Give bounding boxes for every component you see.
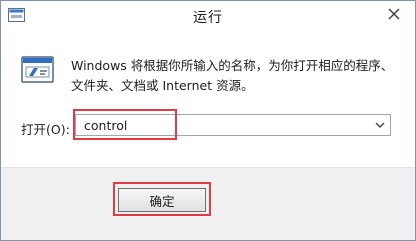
chevron-down-icon — [375, 122, 385, 128]
dropdown-button[interactable] — [372, 117, 388, 133]
dialog-description: Windows 将根据你所输入的名称，为你打开相应的程序、文件夹、文档或 Int… — [71, 58, 394, 93]
dialog-footer: 确定 — [1, 167, 415, 240]
open-label: 打开(O): — [21, 122, 70, 137]
close-icon — [388, 8, 400, 20]
close-button[interactable] — [380, 3, 408, 25]
run-dialog-icon — [21, 56, 54, 83]
run-dialog-window: 运行 Windows 将根据你所输入的名称，为你打开相应的程序、文件夹、文档或 … — [0, 0, 416, 241]
ok-button[interactable]: 确定 — [118, 188, 206, 212]
open-input[interactable]: control — [84, 118, 127, 133]
open-combobox[interactable]: control — [75, 114, 391, 136]
window-title: 运行 — [193, 10, 223, 26]
title-bar[interactable]: 运行 — [1, 1, 415, 31]
dialog-body: Windows 将根据你所输入的名称，为你打开相应的程序、文件夹、文档或 Int… — [9, 34, 407, 164]
